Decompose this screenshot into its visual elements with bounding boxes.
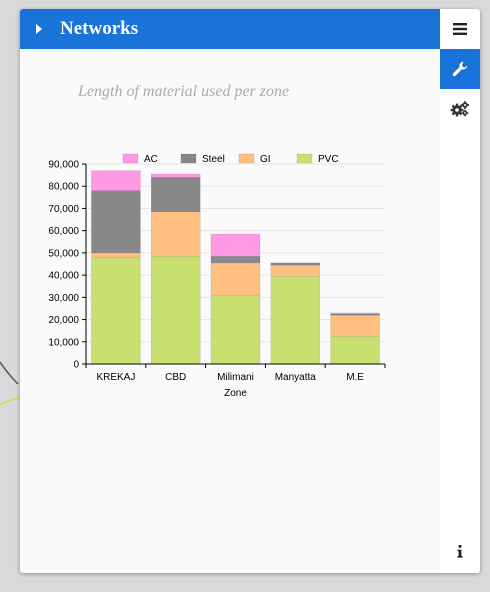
bar-segment-pvc bbox=[330, 335, 380, 365]
stacked-bar-chart: 0 10,000 20,000 30,000 40,000 50,000 60,000 70,… bbox=[48, 153, 386, 399]
settings-button[interactable] bbox=[440, 89, 480, 129]
x-tick-label: M.E bbox=[346, 372, 364, 383]
bar-segment-pvc bbox=[91, 257, 141, 365]
bar-segment-gi bbox=[270, 264, 321, 277]
x-tick-label: Milimani bbox=[217, 372, 254, 383]
bar-segment-gi bbox=[210, 262, 261, 296]
y-tick-label: 0 bbox=[73, 360, 79, 371]
x-tick-label: KREKAJ bbox=[96, 372, 135, 383]
y-tick-label: 20,000 bbox=[48, 315, 79, 326]
legend-label-steel: Steel bbox=[202, 154, 225, 165]
bar-segment-ac bbox=[210, 233, 261, 257]
caret-right-icon[interactable] bbox=[34, 21, 44, 37]
legend-swatch-pvc bbox=[296, 153, 313, 164]
networks-panel: Networks Length of material used per zon… bbox=[20, 9, 480, 573]
legend-swatch-steel bbox=[180, 153, 197, 164]
bar-segment-steel bbox=[91, 190, 141, 254]
menu-button[interactable] bbox=[440, 9, 480, 49]
y-tick-label: 10,000 bbox=[48, 337, 79, 348]
y-tick-label: 60,000 bbox=[48, 226, 79, 237]
x-tick-label: Manyatta bbox=[275, 372, 317, 383]
y-tick-label: 70,000 bbox=[48, 204, 79, 215]
panel-title: Networks bbox=[60, 18, 139, 39]
tools-button[interactable] bbox=[440, 49, 480, 89]
y-tick-label: 50,000 bbox=[48, 248, 79, 259]
bar-segment-pvc bbox=[150, 255, 201, 365]
bar-segment-ac bbox=[330, 312, 380, 315]
bar-segment-gi bbox=[150, 211, 201, 257]
x-tick-label: CBD bbox=[165, 372, 186, 383]
legend-label-ac: AC bbox=[144, 154, 158, 165]
y-tick-label: 80,000 bbox=[48, 182, 79, 193]
bar-segment-pvc bbox=[270, 275, 321, 365]
bar-segment-ac bbox=[91, 170, 141, 191]
legend-swatch-ac bbox=[122, 153, 139, 164]
bar-segment-ac bbox=[150, 173, 201, 178]
legend-label-gi: GI bbox=[260, 154, 271, 165]
hamburger-menu-icon bbox=[453, 23, 467, 35]
info-button[interactable] bbox=[440, 531, 480, 571]
chart-subtitle: Length of material used per zone bbox=[78, 83, 290, 100]
y-tick-label: 40,000 bbox=[48, 271, 79, 282]
legend-swatch-gi bbox=[238, 153, 255, 164]
bar-segment-gi bbox=[91, 252, 141, 258]
legend-label-pvc: PVC bbox=[318, 154, 339, 165]
sidebar-toolbar bbox=[440, 9, 480, 573]
bar-segment-steel bbox=[270, 262, 321, 266]
panel-header[interactable]: Networks bbox=[20, 9, 440, 49]
info-icon bbox=[457, 544, 463, 558]
bar-segment-pvc bbox=[210, 294, 261, 365]
gears-icon bbox=[450, 101, 469, 117]
bar-segment-steel bbox=[150, 177, 201, 213]
bar-segment-gi bbox=[330, 314, 380, 337]
wrench-icon bbox=[452, 61, 468, 77]
y-tick-label: 90,000 bbox=[48, 160, 79, 171]
panel-content: Length of material used per zone 0 10,000… bbox=[20, 49, 440, 573]
bar-segment-steel bbox=[210, 255, 261, 264]
y-tick-label: 30,000 bbox=[48, 293, 79, 304]
x-axis-label: Zone bbox=[224, 388, 247, 399]
